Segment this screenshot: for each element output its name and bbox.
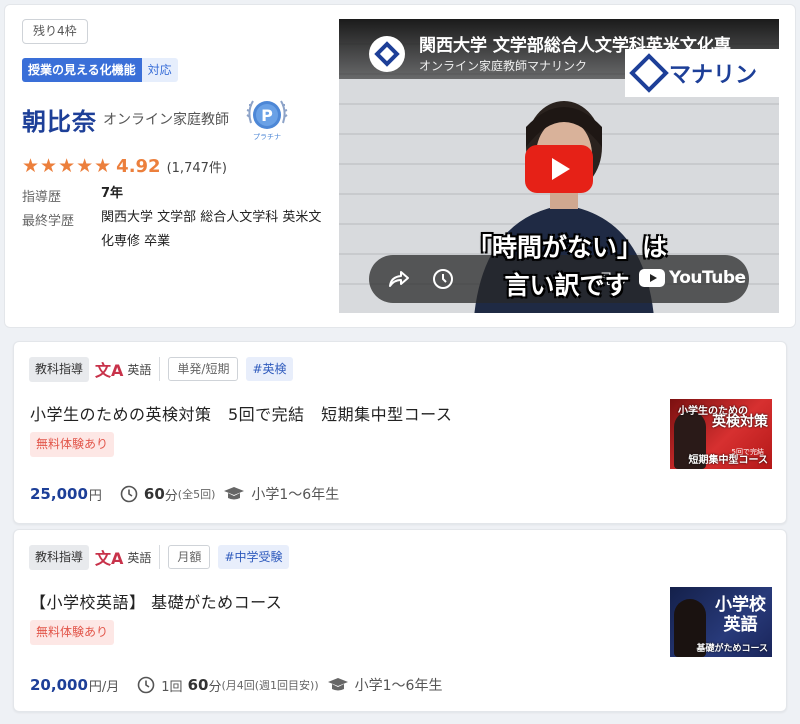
experience-label: 指導歴 <box>22 190 62 205</box>
clock-icon <box>137 676 155 694</box>
hashtag-tag[interactable]: #中学受験 <box>218 545 289 569</box>
subject-label: 英語 <box>127 362 152 377</box>
education-value: 関西大学 文学部 総合人文学科 英米文化専修 卒業 <box>101 210 322 249</box>
thumbnail-bottom-text: 基礎がためコース <box>696 644 768 654</box>
thumbnail-bottom-text: 短期集中型コース <box>688 455 769 466</box>
course-thumbnail[interactable]: 小学校 英語 基礎がためコース <box>670 587 772 657</box>
subject-label: 英語 <box>127 550 152 565</box>
course-info-row: 25,000 円 60 分 (全5回) 小学1〜6年生 <box>30 484 339 504</box>
translate-icon: 文A <box>95 361 124 380</box>
thumbnail-main-text: 小学校 英語 <box>715 595 766 635</box>
duration-note: (全5回) <box>177 488 216 501</box>
course-tags: 教科指導 文A 英語 単発/短期 #英検 <box>29 356 293 382</box>
lesson-duration: 60 <box>187 676 209 694</box>
plan-tag: 月額 <box>168 545 211 569</box>
star-rating-icon: ★★★★★ <box>22 155 113 177</box>
course-title[interactable]: 【小学校英語】 基礎がためコース <box>30 589 282 613</box>
rating-score: 4.92 <box>116 155 161 177</box>
sessions-label: 1回 <box>161 679 183 695</box>
intro-video-player[interactable]: 関西大学 文学部総合人文学科英米文化専 オンライン家庭教師マナリンク マナリン … <box>339 19 779 313</box>
play-triangle-icon <box>552 158 570 180</box>
video-caption: 「時間がない」は 言い訳です <box>447 229 687 305</box>
course-thumbnail[interactable]: 小学生のための 英検対策 5回で完結 短期集中型コース <box>670 399 772 469</box>
thumbnail-main-line-1: 小学校 <box>715 595 766 615</box>
grade-range: 小学1〜6年生 <box>354 678 443 694</box>
caption-line-2: 言い訳です <box>504 271 630 300</box>
course-card[interactable]: 教科指導 文A 英語 月額 #中学受験 【小学校英語】 基礎がためコース 無料体… <box>13 529 787 712</box>
duration-unit: 分 <box>208 679 222 695</box>
clock-icon <box>120 485 138 503</box>
video-channel-name: オンライン家庭教師マナリンク <box>419 59 588 73</box>
free-trial-badge: 無料体験あり <box>30 620 115 645</box>
video-brand-overlay: マナリン <box>625 49 779 97</box>
svg-text:P: P <box>261 106 273 125</box>
category-tag: 教科指導 <box>29 356 90 382</box>
course-card[interactable]: 教科指導 文A 英語 単発/短期 #英検 小学生のための英検対策 5回で完結 短… <box>13 341 787 524</box>
education-label: 最終学歴 <box>22 214 75 229</box>
graduation-cap-icon <box>327 678 348 691</box>
rating-row: ★★★★★ 4.92 (1,747件) <box>22 155 227 177</box>
course-info-row: 20,000 円/月 1回 60 分 (月4回(週1回目安)) 小学1〜6年生 <box>30 675 442 695</box>
rating-count[interactable]: (1,747件) <box>167 157 227 176</box>
course-tags: 教科指導 文A 英語 月額 #中学受験 <box>29 544 289 570</box>
lesson-duration: 60 <box>143 485 165 503</box>
svg-text:プラチナ: プラチナ <box>253 133 281 141</box>
free-trial-badge: 無料体験あり <box>30 432 115 457</box>
price-unit: 円/月 <box>88 679 120 695</box>
graduation-cap-icon <box>224 487 245 500</box>
tutor-type: オンライン家庭教師 <box>103 112 229 128</box>
experience-value: 7年 <box>101 186 124 201</box>
feature-main-label: 授業の見える化機能 <box>22 58 142 82</box>
play-button[interactable] <box>525 145 593 193</box>
thumbnail-main-text: 英検対策 <box>712 414 768 430</box>
brand-diamond-icon <box>629 53 669 93</box>
remaining-slots-badge: 残り4枠 <box>22 19 88 44</box>
share-icon[interactable] <box>387 267 411 291</box>
category-tag: 教科指導 <box>29 544 90 570</box>
grade-range: 小学1〜6年生 <box>251 487 340 503</box>
tutor-name[interactable]: 朝比奈 <box>22 102 97 137</box>
subject-tag: 文A 英語 <box>95 357 161 381</box>
duration-unit: 分 <box>164 488 178 504</box>
course-title[interactable]: 小学生のための英検対策 5回で完結 短期集中型コース <box>30 401 452 425</box>
video-brand-text: マナリン <box>669 63 758 88</box>
course-price: 20,000 <box>30 676 88 694</box>
caption-line-1: 「時間がない」は <box>466 233 667 262</box>
thumbnail-main-line-2: 英語 <box>723 615 758 635</box>
subject-tag: 文A 英語 <box>95 545 161 569</box>
visualization-feature-badge: 授業の見える化機能 対応 <box>22 58 178 82</box>
hashtag-tag[interactable]: #英検 <box>246 357 293 381</box>
plan-tag: 単発/短期 <box>168 357 239 381</box>
platinum-badge-icon: P プラチナ <box>246 100 288 141</box>
channel-logo-icon[interactable] <box>369 36 405 72</box>
price-unit: 円 <box>88 488 102 504</box>
course-price: 25,000 <box>30 485 88 503</box>
tutor-profile-card: 残り4枠 授業の見える化機能 対応 朝比奈 オンライン家庭教師 P プラチナ ★… <box>4 4 796 328</box>
translate-icon: 文A <box>95 549 124 568</box>
feature-sub-label: 対応 <box>141 58 178 82</box>
duration-note: (月4回(週1回目安)) <box>221 679 319 692</box>
